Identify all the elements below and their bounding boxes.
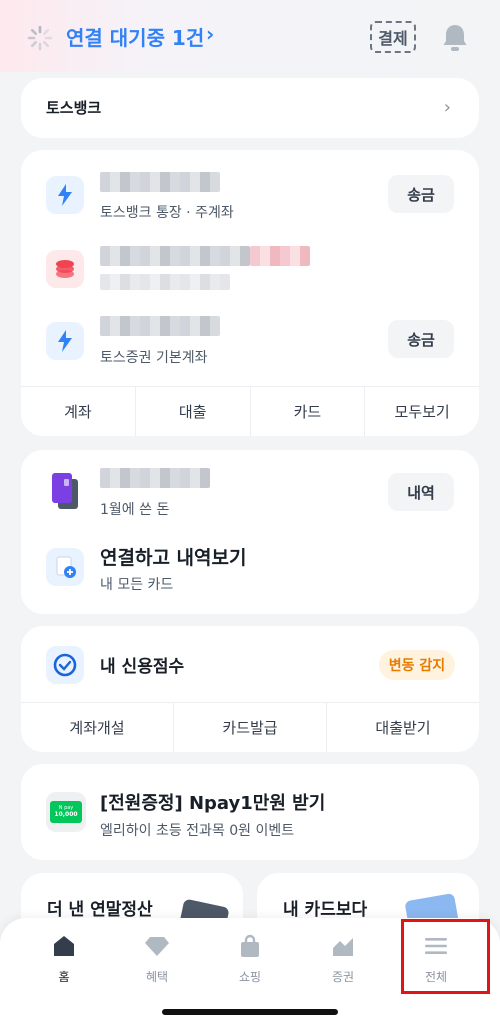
tab-loans[interactable]: 대출 [136, 387, 251, 436]
spend-subtitle: 1월에 쓴 돈 [100, 502, 170, 518]
transfer-button[interactable]: 송금 [388, 320, 454, 358]
account-name-hidden [100, 316, 220, 336]
tab-get-loan[interactable]: 대출받기 [327, 703, 479, 752]
stock-chart-icon [333, 938, 353, 956]
shopping-bag-icon [241, 934, 259, 957]
account-tabs: 계좌 대출 카드 모두보기 [21, 386, 479, 436]
nav-label: 홈 [58, 970, 70, 984]
account-name-hidden [100, 246, 250, 266]
chevron-right-icon: › [443, 97, 451, 118]
tab-issue-card[interactable]: 카드발급 [174, 703, 327, 752]
tab-accounts[interactable]: 계좌 [21, 387, 136, 436]
nav-home[interactable]: 홈 [29, 932, 99, 992]
nav-label: 증권 [331, 970, 355, 984]
history-button[interactable]: 내역 [388, 473, 454, 511]
nav-stocks[interactable]: 증권 [308, 932, 378, 992]
accounts-card: 토스뱅크 통장 · 주계좌 송금 토스증권 기본계좌 송금 계좌 대출 카드 모… [21, 150, 479, 436]
connect-subtitle: 내 모든 카드 [100, 577, 174, 593]
coin-stack-icon [46, 250, 84, 288]
highlight-box [401, 919, 490, 994]
npay-coupon: N pay 10,000 [50, 801, 82, 823]
nav-shopping[interactable]: 쇼핑 [215, 932, 285, 992]
account-name-hidden [100, 172, 220, 192]
coupon-amount: 10,000 [54, 811, 78, 818]
transfer-button[interactable]: 송금 [388, 175, 454, 213]
credit-title[interactable]: 내 신용점수 [100, 652, 184, 677]
spend-amount-hidden [100, 468, 210, 488]
tossbank-card[interactable]: 토스뱅크 › [21, 78, 479, 138]
account-subtitle: 토스뱅크 통장 · 주계좌 [100, 205, 234, 221]
account-name-hidden [250, 246, 310, 266]
home-icon [54, 936, 74, 956]
promo-title: 내 카드보다 [283, 900, 368, 920]
tab-open-account[interactable]: 계좌개설 [21, 703, 174, 752]
home-indicator [162, 1009, 338, 1015]
add-card-icon [46, 548, 84, 586]
toss-logo-icon [46, 322, 84, 360]
event-card[interactable]: N pay 10,000 [전원증정] Npay1만원 받기 엘리하이 초등 전… [21, 764, 479, 860]
credit-card-icon [46, 472, 84, 510]
promo-title: 더 낸 연말정산 [47, 900, 153, 920]
credit-score-card: 내 신용점수 변동 감지 계좌개설 카드발급 대출받기 [21, 626, 479, 752]
event-title: [전원증정] Npay1만원 받기 [100, 793, 326, 814]
account-balance-hidden [100, 274, 230, 290]
chevron-right-icon[interactable]: › [206, 22, 214, 46]
tab-view-all[interactable]: 모두보기 [365, 387, 479, 436]
tab-cards[interactable]: 카드 [251, 387, 366, 436]
connect-title[interactable]: 연결하고 내역보기 [100, 543, 246, 570]
nav-label: 혜택 [145, 970, 169, 984]
nav-label: 쇼핑 [238, 970, 262, 984]
gauge-check-icon [46, 646, 84, 684]
tossbank-label: 토스뱅크 [46, 99, 102, 117]
connection-status[interactable]: 연결 대기중 1건 [66, 22, 204, 51]
event-subtitle: 엘리하이 초등 전과목 0원 이벤트 [100, 823, 295, 839]
pay-button[interactable]: 결제 [370, 21, 416, 53]
loading-spinner-icon [27, 25, 53, 51]
toss-logo-icon [46, 176, 84, 214]
account-subtitle: 토스증권 기본계좌 [100, 350, 208, 366]
spending-card: 1월에 쓴 돈 내역 연결하고 내역보기 내 모든 카드 [21, 450, 479, 614]
coupon-icon: N pay 10,000 [46, 792, 86, 832]
top-bar: 연결 대기중 1건 › 결제 [0, 0, 500, 72]
nav-benefits[interactable]: 혜택 [122, 932, 192, 992]
credit-tabs: 계좌개설 카드발급 대출받기 [21, 702, 479, 752]
diamond-icon [145, 937, 169, 956]
bell-icon[interactable] [440, 22, 470, 54]
status-badge: 변동 감지 [379, 650, 455, 680]
